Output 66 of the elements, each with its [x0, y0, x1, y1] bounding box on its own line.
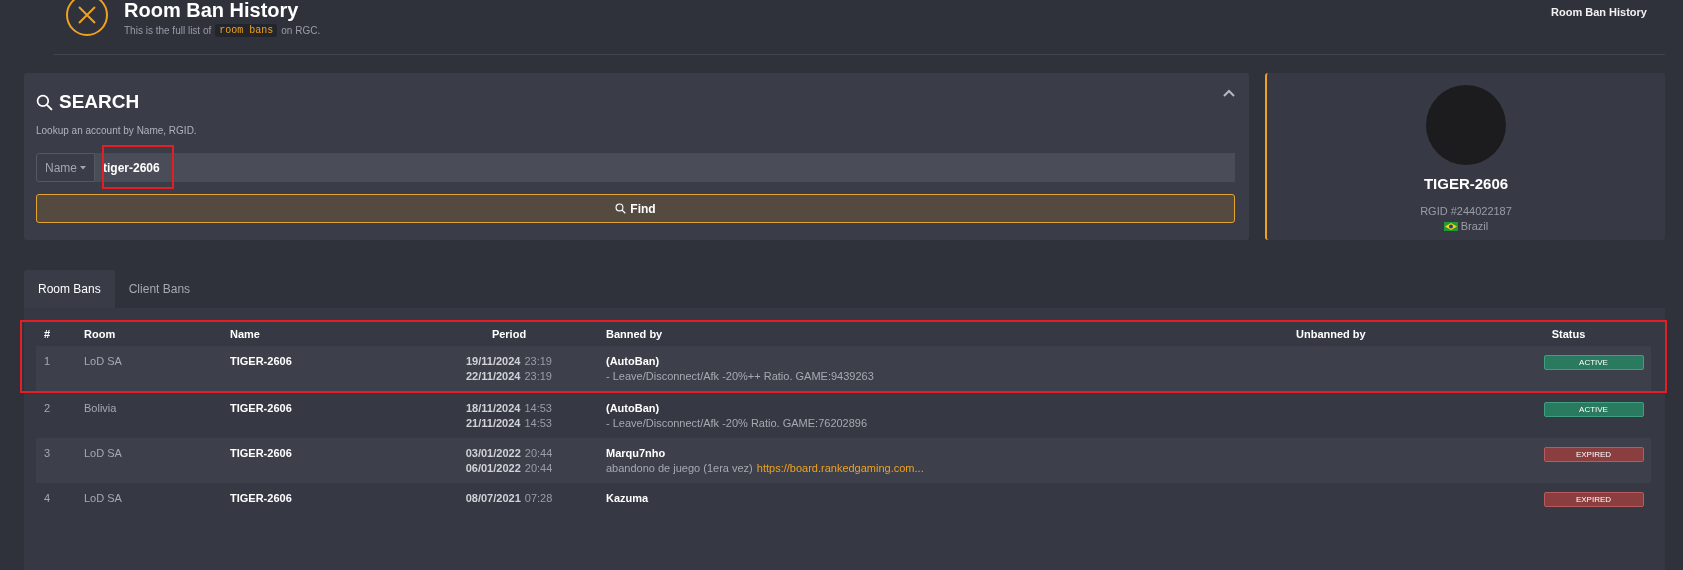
- table-cell-text: TIGER-2606: [229, 492, 293, 504]
- search-icon: [615, 203, 627, 214]
- search-type-dropdown[interactable]: Name: [36, 153, 95, 182]
- highlight-frame: [102, 145, 174, 189]
- table-cell-text: 1: [43, 355, 52, 367]
- search-hint: Lookup an account by Name, RGID.: [36, 125, 198, 136]
- start-time: 23:19: [524, 355, 552, 367]
- table-cell-text: LoD SA: [83, 447, 123, 459]
- status-badge: ACTIVE: [1543, 355, 1644, 370]
- forum-link[interactable]: https://board.rankedgaming.com...: [756, 462, 924, 474]
- end-date: 21/11/2024: [466, 417, 521, 429]
- table-cell-text: TIGER-2606: [229, 355, 293, 367]
- flag-icon: [1443, 221, 1458, 231]
- status-badge: ACTIVE: [1543, 402, 1644, 417]
- column-header: Room: [83, 328, 117, 340]
- table-cell-text: TIGER-2606: [229, 402, 293, 414]
- chevron-up-icon[interactable]: [1223, 89, 1235, 97]
- player-country: Brazil: [1460, 220, 1489, 232]
- ban-reason: - Leave/Disconnect/Afk -20% Ratio. GAME:76202896: [606, 417, 868, 429]
- search-field[interactable]: tiger-2606: [95, 153, 1235, 182]
- column-header: Name: [229, 328, 261, 340]
- column-header: Period: [490, 328, 528, 340]
- table-cell-text: LoD SA: [83, 355, 123, 367]
- tab[interactable]: Client Bans: [114, 270, 205, 308]
- banned-by: (AutoBan): [606, 402, 660, 414]
- table-cell-text: 2: [43, 402, 52, 414]
- panel-title: SEARCH: [59, 91, 140, 113]
- player-name: TIGER-2606: [1423, 175, 1509, 192]
- start-time: 20:44: [524, 447, 553, 459]
- start-time: 14:53: [524, 402, 552, 414]
- banned-by: Marqu7nho: [606, 447, 666, 459]
- search-icon: [36, 93, 53, 111]
- start-time: 07:28: [524, 492, 553, 504]
- subtitle-text: This is the full list of: [124, 25, 212, 36]
- end-date: 06/01/2022: [465, 462, 521, 474]
- code-tag: room bans: [215, 24, 278, 37]
- ban-reason: - Leave/Disconnect/Afk -20%++ Ratio. GAME:9439263: [606, 370, 874, 382]
- banned-by: (AutoBan): [606, 355, 660, 367]
- start-date: 19/11/2024: [466, 355, 521, 367]
- status-badge: EXPIRED: [1543, 492, 1644, 507]
- table-cell-text: LoD SA: [83, 492, 123, 504]
- column-header: Status: [1550, 328, 1587, 340]
- end-time: 20:44: [524, 462, 553, 474]
- status-badge: EXPIRED: [1543, 447, 1644, 462]
- caret-icon: [80, 165, 86, 170]
- table-cell-text: 4: [43, 492, 52, 504]
- table-cell-text: 3: [43, 447, 52, 459]
- table-cell-text: Bolivia: [83, 402, 118, 414]
- find-button[interactable]: Find: [36, 194, 1235, 223]
- start-date: 18/11/2024: [466, 402, 521, 414]
- column-header: #: [43, 328, 52, 340]
- tab[interactable]: Room Bans: [24, 270, 115, 308]
- page-title: Room Ban History: [124, 0, 300, 20]
- end-time: 23:19: [524, 370, 552, 382]
- subtitle-text: on RGC.: [281, 25, 321, 36]
- table-cell-text: TIGER-2606: [229, 447, 293, 459]
- end-date: 22/11/2024: [466, 370, 521, 382]
- column-header: Unbanned by: [1295, 328, 1367, 340]
- start-date: 08/07/2021: [465, 492, 521, 504]
- end-time: 14:53: [524, 417, 552, 429]
- column-header: Banned by: [605, 328, 664, 340]
- ban-reason: abandono de juego (1era vez): [606, 462, 753, 474]
- start-date: 03/01/2022: [465, 447, 521, 459]
- player-rgid: RGID #244022187: [1420, 205, 1512, 217]
- banned-by: Kazuma: [606, 492, 649, 504]
- breadcrumb-item[interactable]: Room Ban History: [1551, 0, 1665, 18]
